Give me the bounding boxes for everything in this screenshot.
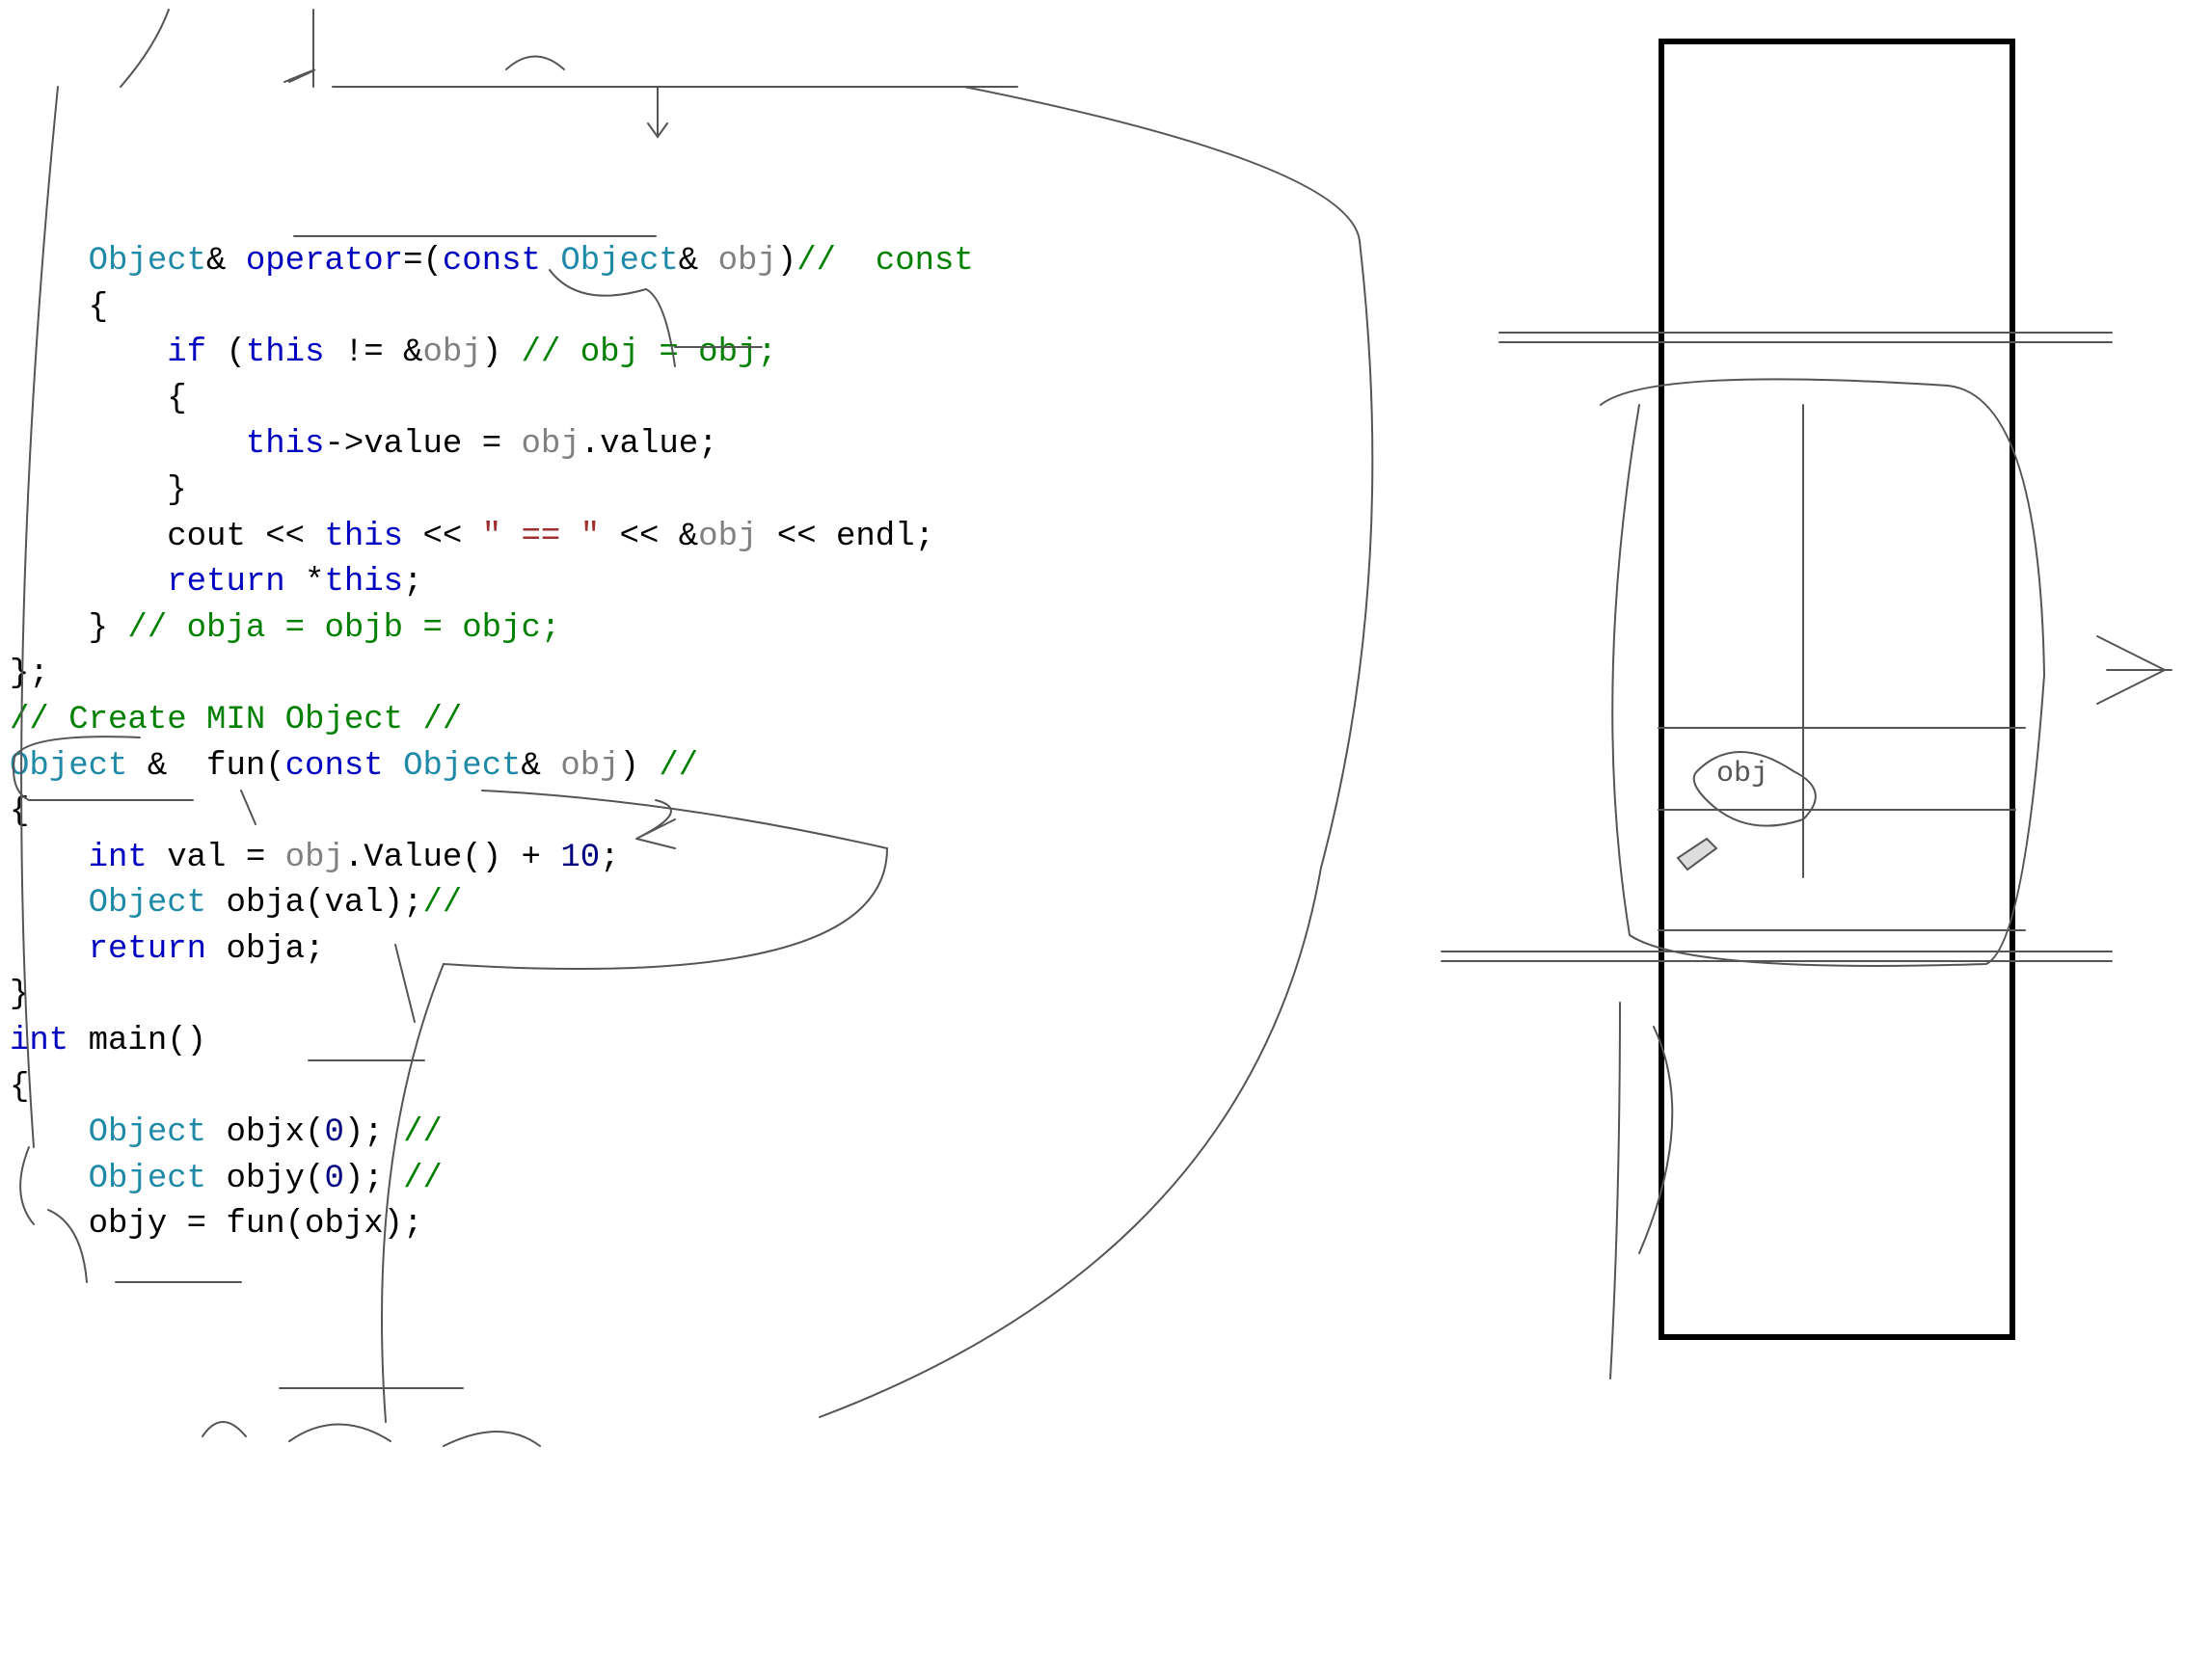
code-line: { [10, 381, 187, 417]
code-line: }; [10, 656, 49, 692]
code-line: cout << this << " == " << &obj << endl; [10, 519, 934, 555]
code-line: Object obja(val);// [10, 885, 462, 922]
code-line: } // obja = objb = objc; [10, 610, 560, 647]
code-line: { [10, 1069, 29, 1106]
diagram-box [1659, 39, 2015, 1340]
code-line: { [10, 793, 29, 830]
code-line: Object & fun(const Object& obj) // [10, 748, 718, 785]
code-line: } [10, 472, 187, 509]
code-line: return obja; [10, 931, 324, 968]
code-line: { [10, 289, 108, 326]
code-line: } [10, 977, 29, 1013]
code-line: int val = obj.Value() + 10; [10, 840, 620, 876]
code-line: Object& operator=(const Object& obj)// c… [10, 243, 993, 280]
code-line: if (this != &obj) // obj = obj; [10, 335, 777, 371]
code-line: // Create MIN Object // [10, 702, 462, 738]
code-line: return *this; [10, 564, 423, 601]
code-line: Object objx(0); // [10, 1114, 443, 1151]
code-line: objy = fun(objx); [10, 1206, 422, 1243]
code-line: this->value = obj.value; [10, 426, 718, 463]
code-line: Object objy(0); // [10, 1161, 443, 1197]
code-line: int main() [10, 1023, 206, 1059]
